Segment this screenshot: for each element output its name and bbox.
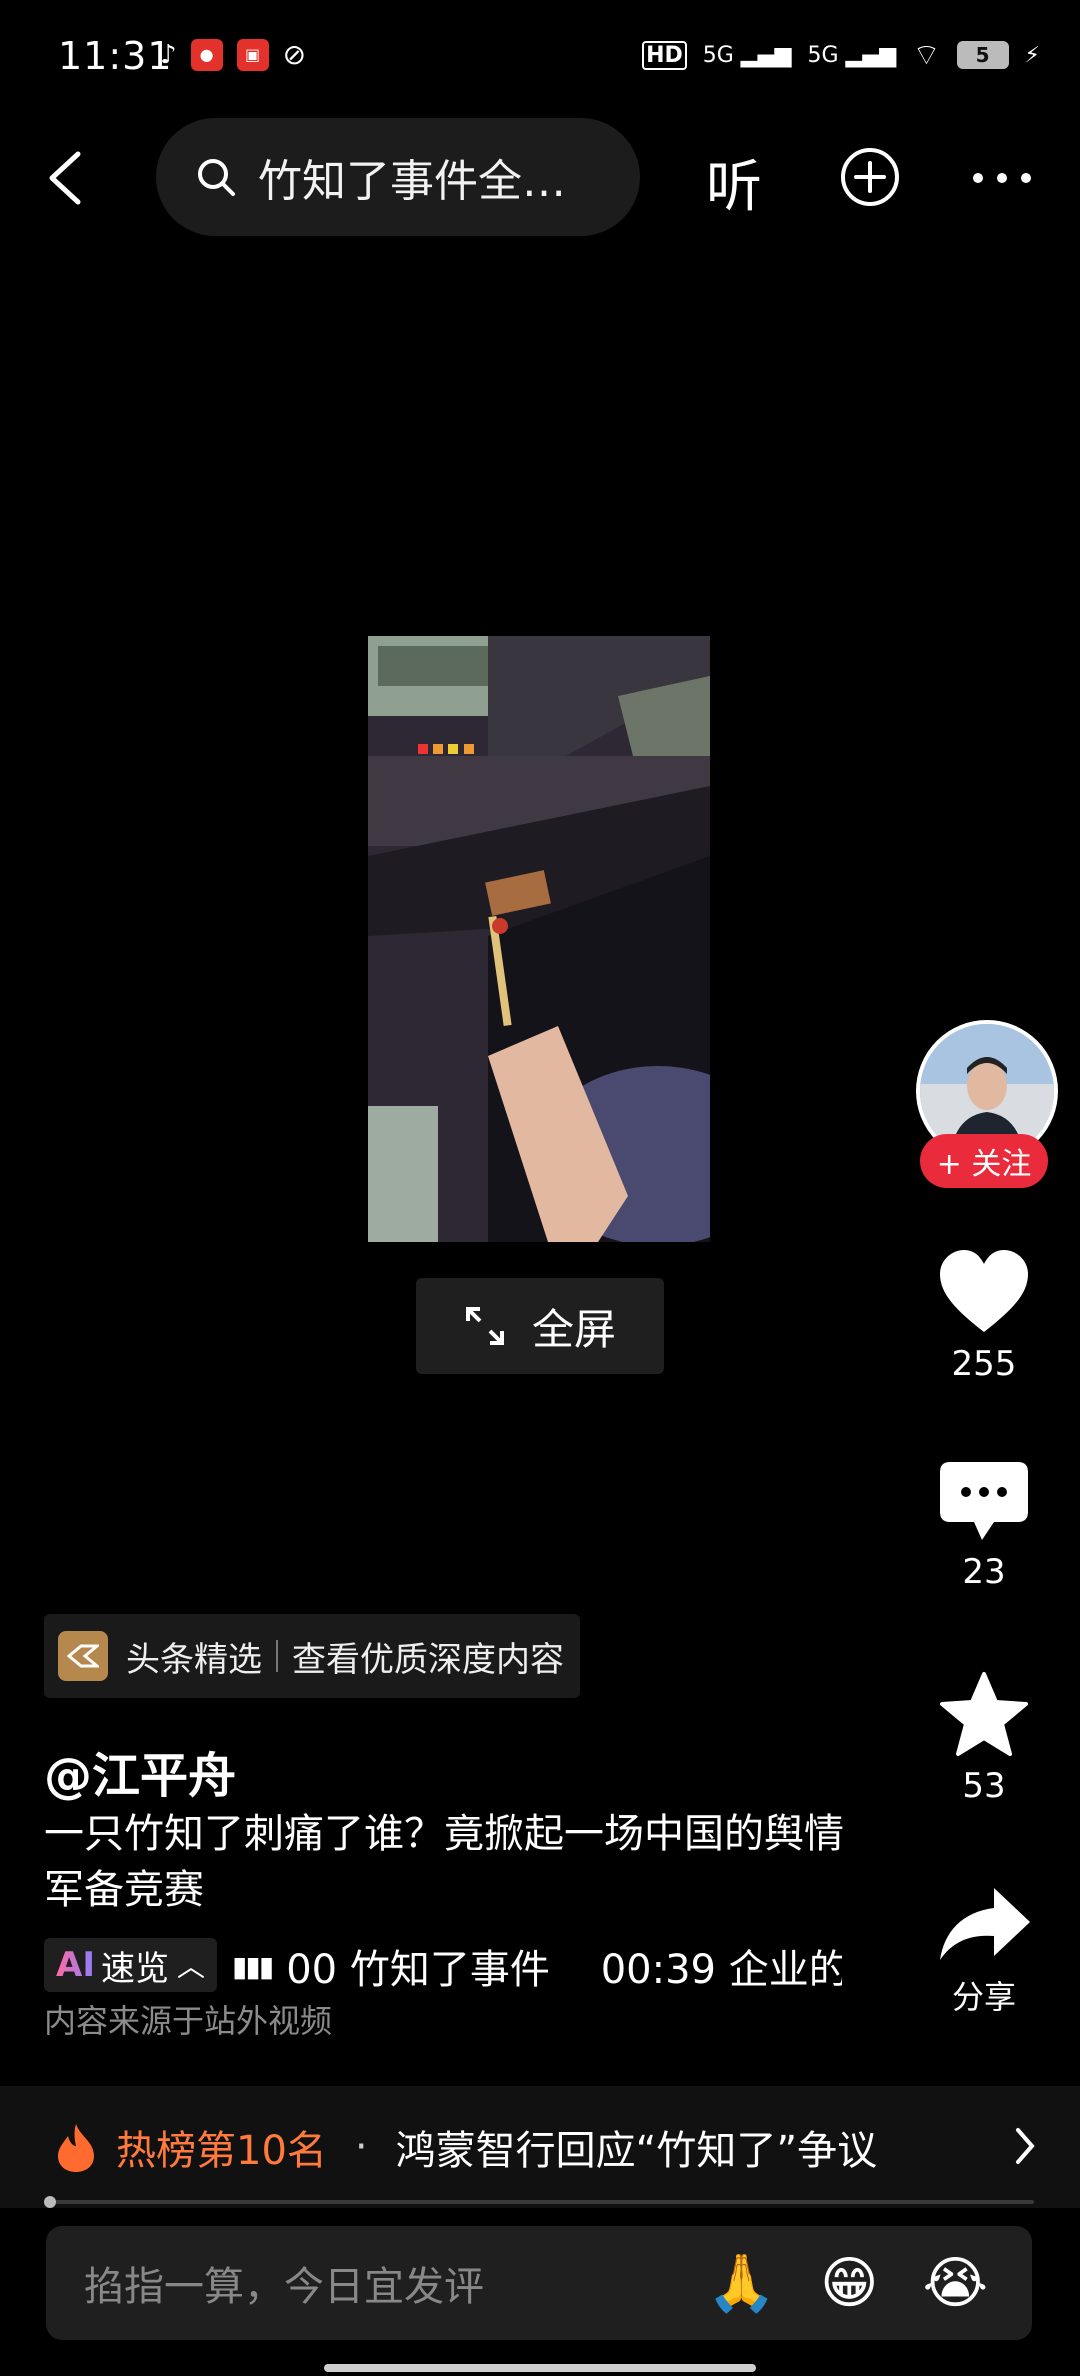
star-icon bbox=[940, 1672, 1028, 1756]
cellular-signal-2: 5G ▂▄▆ bbox=[807, 42, 897, 68]
back-button[interactable] bbox=[46, 150, 86, 206]
video-player[interactable] bbox=[368, 636, 710, 1242]
grin-emoji-button[interactable]: 😁 bbox=[820, 2251, 878, 2316]
share-arrow-icon bbox=[940, 1888, 1030, 1960]
hot-headline: 鸿蒙智行回应“竹知了”争议 bbox=[395, 2128, 878, 2174]
comment-input[interactable]: 掐指一算，今日宜发评 🙏 😁 😭 bbox=[46, 2226, 1032, 2340]
search-icon bbox=[198, 159, 235, 196]
video-thumbnail bbox=[368, 636, 710, 1242]
video-progress-bar[interactable] bbox=[44, 2200, 1034, 2204]
separator-dot: · bbox=[354, 2124, 368, 2170]
comment-count: 23 bbox=[962, 1552, 1006, 1592]
audio-bars-icon: ▮▮▮ bbox=[232, 1949, 274, 1983]
status-app-icons: ♪ ● ▣ ⊘ bbox=[160, 38, 306, 71]
fullscreen-button[interactable]: 全屏 bbox=[416, 1278, 664, 1374]
follow-button[interactable]: + 关注 bbox=[920, 1134, 1048, 1188]
chapter-list[interactable]: ▮▮▮ 00 竹知了事件 00:39 企业的 bbox=[232, 1938, 842, 1994]
like-button[interactable]: 255 bbox=[914, 1248, 1054, 1384]
fullscreen-label: 全屏 bbox=[531, 1304, 616, 1354]
toutiao-notification-icon: ▣ bbox=[236, 38, 269, 71]
more-options-icon[interactable] bbox=[970, 168, 1034, 188]
video-title[interactable]: 一只竹知了刺痛了谁？竟掀起一场中国的舆情军备竞赛 bbox=[44, 1806, 844, 1918]
hd-label: HD bbox=[642, 40, 687, 70]
badge-brand: 头条精选 bbox=[126, 1639, 262, 1680]
battery-indicator: 5 bbox=[956, 41, 1009, 69]
ai-summary-label: 速览 bbox=[100, 1948, 169, 1989]
badge-divider bbox=[276, 1640, 278, 1672]
favorite-button[interactable]: 53 bbox=[914, 1670, 1054, 1806]
hot-rank-label: 热榜第10名 bbox=[116, 2128, 327, 2174]
toutiao-select-logo-icon bbox=[58, 1631, 108, 1681]
chevron-right-icon bbox=[1016, 2128, 1035, 2164]
status-time: 11:31 bbox=[58, 34, 173, 78]
cry-emoji-button[interactable]: 😭 bbox=[923, 2251, 988, 2316]
music-note-icon: ♪ bbox=[160, 39, 177, 70]
app-notification-icon: ● bbox=[190, 38, 223, 71]
toutiao-select-badge[interactable]: 头条精选 查看优质深度内容 bbox=[44, 1614, 580, 1698]
flame-icon bbox=[58, 2124, 94, 2172]
cellular-signal-1: 5G ▂▄▆ bbox=[702, 42, 792, 68]
listen-button[interactable]: 听 bbox=[706, 142, 762, 223]
wifi-icon: ⌔ bbox=[912, 38, 941, 73]
share-label: 分享 bbox=[951, 1978, 1016, 2016]
add-icon[interactable] bbox=[838, 145, 902, 209]
like-count: 255 bbox=[951, 1344, 1017, 1384]
ai-summary-button[interactable]: AI 速览 ︿ bbox=[44, 1938, 217, 1992]
pray-emoji-button[interactable]: 🙏 bbox=[706, 2250, 776, 2316]
search-bar[interactable]: 竹知了事件全… bbox=[156, 118, 640, 236]
progress-handle[interactable] bbox=[44, 2196, 56, 2208]
ai-label: AI bbox=[56, 1945, 95, 1985]
comment-icon bbox=[940, 1462, 1028, 1540]
favorite-count: 53 bbox=[962, 1766, 1006, 1806]
search-query: 竹知了事件全… bbox=[258, 156, 566, 207]
charging-icon: ⚡ bbox=[1024, 42, 1040, 68]
badge-text: 查看优质深度内容 bbox=[292, 1639, 564, 1680]
home-indicator[interactable] bbox=[324, 2364, 756, 2372]
chevron-up-icon: ︿ bbox=[176, 1950, 205, 1983]
link-icon: ⊘ bbox=[282, 38, 307, 71]
author-name[interactable]: @江平舟 bbox=[44, 1736, 236, 1806]
expand-icon bbox=[465, 1307, 504, 1345]
comment-button[interactable]: 23 bbox=[914, 1460, 1054, 1592]
source-note: 内容来源于站外视频 bbox=[44, 2002, 333, 2040]
hot-list-bar[interactable]: 热榜第10名 · 鸿蒙智行回应“竹知了”争议 bbox=[0, 2086, 1080, 2208]
status-indicators: HD 5G ▂▄▆ 5G ▂▄▆ ⌔ 5 ⚡ bbox=[642, 36, 1040, 74]
heart-icon bbox=[940, 1250, 1028, 1332]
share-button[interactable]: 分享 bbox=[914, 1884, 1054, 2018]
chapter-text: 00 竹知了事件 00:39 企业的 bbox=[286, 1947, 842, 1993]
comment-placeholder: 掐指一算，今日宜发评 bbox=[84, 2264, 484, 2310]
